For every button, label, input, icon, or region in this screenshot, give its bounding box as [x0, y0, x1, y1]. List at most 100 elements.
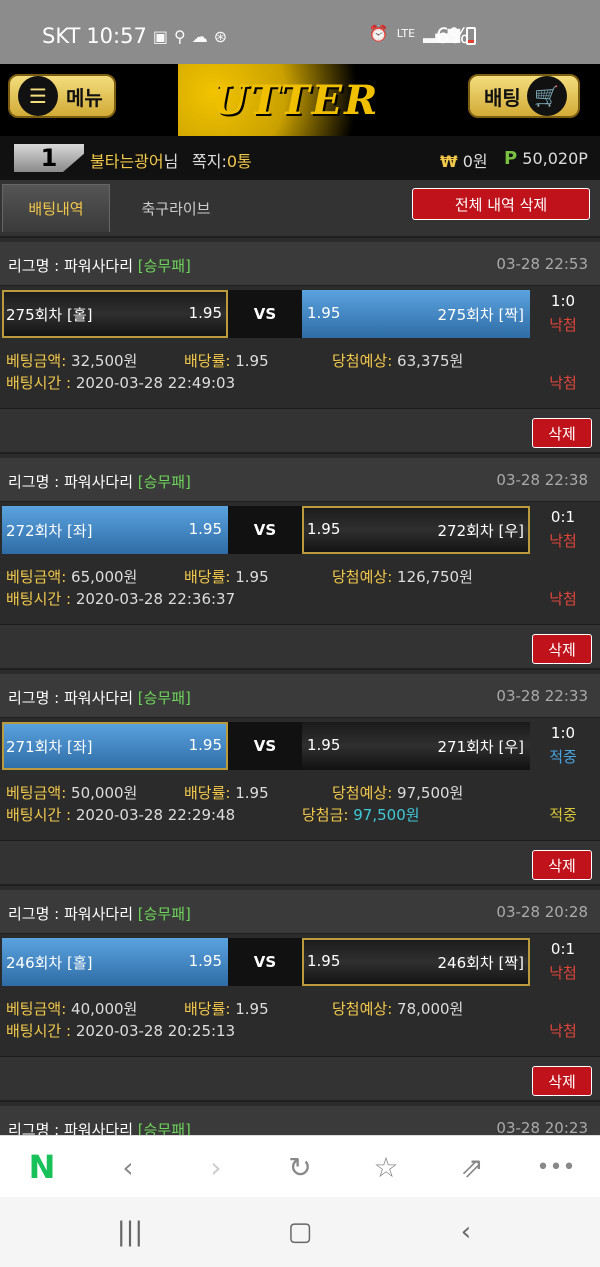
tab-soccer-live[interactable]: 축구라이브 — [122, 184, 230, 232]
league-bar: 리그명 : 파워사다리 [승무패] 03-28 22:53 — [0, 242, 600, 286]
expected-win: 당첨예상: 97,500원 — [332, 782, 463, 803]
bet-amount: 베팅금액: 65,000원 — [6, 566, 137, 587]
bet-time: 배팅시간 : 2020-03-28 22:29:48 — [6, 804, 235, 825]
bet-list: 리그명 : 파워사다리 [승무패] 03-28 22:53 275회차 [홀] … — [0, 236, 600, 1150]
delete-bar: 삭제 — [0, 1056, 600, 1102]
money-balance: ₩ 0원 — [440, 148, 488, 172]
league-name: 리그명 : 파워사다리 [승무패] — [8, 903, 191, 924]
game-time: 03-28 20:28 — [496, 903, 588, 921]
team-right-name: 272회차 [우] — [437, 522, 524, 540]
bet-type: [승무패] — [137, 473, 191, 491]
delete-button[interactable]: 삭제 — [532, 418, 592, 448]
nav-back-icon[interactable]: ‹ — [446, 1215, 486, 1249]
score: 0:1 — [550, 940, 576, 958]
home-icon[interactable]: ▢ — [280, 1215, 320, 1249]
username-text: 불타는광어 — [90, 152, 164, 171]
share-icon[interactable]: ⇗ — [452, 1150, 492, 1184]
bet-status: 적중 — [549, 806, 577, 824]
bookmark-star-icon[interactable]: ☆ — [366, 1150, 406, 1184]
bet-time: 배팅시간 : 2020-03-28 22:36:37 — [6, 588, 235, 609]
bet-item: 리그명 : 파워사다리 [승무패] 03-28 20:28 246회차 [홀] … — [0, 884, 600, 1102]
odds-rate-value: 1.95 — [235, 1000, 269, 1018]
team-left[interactable]: 275회차 [홀] 1.95 — [2, 290, 228, 338]
delete-button[interactable]: 삭제 — [532, 850, 592, 880]
team-left[interactable]: 272회차 [좌] 1.95 — [2, 506, 228, 554]
carrier: SKT — [42, 24, 81, 48]
expected-win: 당첨예상: 78,000원 — [332, 998, 463, 1019]
site-logo[interactable]: UTTER — [178, 64, 414, 136]
username[interactable]: 불타는광어님 — [90, 148, 178, 172]
bet-time-label: 배팅시간 : — [6, 1022, 72, 1040]
expected-win: 당첨예상: 63,375원 — [332, 350, 463, 371]
team-left[interactable]: 271회차 [좌] 1.95 — [2, 722, 228, 770]
expected-win-label: 당첨예상: — [332, 784, 393, 802]
bet-amount-label: 베팅금액: — [6, 352, 67, 370]
tab-betting-history[interactable]: 배팅내역 — [2, 184, 110, 232]
naver-home-icon[interactable]: N — [22, 1148, 62, 1186]
bet-amount-label: 베팅금액: — [6, 784, 67, 802]
alarm-icon: ⏰ — [368, 24, 389, 43]
browser-toolbar: N ‹ › ↻ ☆ ⇗ ••• — [0, 1135, 600, 1197]
delete-button[interactable]: 삭제 — [532, 634, 592, 664]
odds-rate-value: 1.95 — [235, 568, 269, 586]
odds-rate-value: 1.95 — [235, 784, 269, 802]
menu-button[interactable]: ☰ 메뉴 — [8, 74, 116, 118]
back-icon[interactable]: ‹ — [108, 1150, 148, 1184]
team-right[interactable]: 1.95 271회차 [우] — [302, 722, 530, 770]
menu-label: 메뉴 — [66, 85, 103, 110]
cloud-icon: ☁ — [191, 26, 208, 46]
team-left-odds: 1.95 — [188, 736, 222, 754]
team-left-name: 246회차 [홀] — [6, 954, 93, 972]
league-name: 리그명 : 파워사다리 [승무패] — [8, 255, 191, 276]
vs-label: VS — [228, 506, 302, 554]
delete-all-button[interactable]: 전체 내역 삭제 — [412, 188, 590, 220]
game-time: 03-28 22:38 — [496, 471, 588, 489]
bet-amount: 베팅금액: 32,500원 — [6, 350, 137, 371]
clock: 10:57 — [86, 24, 147, 48]
refresh-icon[interactable]: ↻ — [280, 1150, 320, 1184]
result-badge: 적중 — [549, 748, 577, 766]
recent-apps-icon[interactable]: ||| — [110, 1215, 150, 1249]
site-header: ☰ 메뉴 UTTER 배팅 🛒 — [0, 64, 600, 136]
betting-button[interactable]: 배팅 🛒 — [468, 74, 580, 118]
bet-item: 리그명 : 파워사다리 [승무패] 03-28 22:33 271회차 [좌] … — [0, 668, 600, 886]
expected-win: 당첨예상: 126,750원 — [332, 566, 473, 587]
odds-rate-label: 배당률: — [184, 784, 231, 802]
team-left-odds: 1.95 — [188, 520, 222, 538]
menu-list-icon: ☰ — [18, 76, 58, 116]
bet-amount: 베팅금액: 50,000원 — [6, 782, 137, 803]
team-left-name: 272회차 [좌] — [6, 522, 93, 540]
bet-item: 리그명 : 파워사다리 [승무패] 03-28 20:23 — [0, 1100, 600, 1150]
odds-rate-label: 배당률: — [184, 568, 231, 586]
team-left-odds: 1.95 — [188, 304, 222, 322]
delete-button[interactable]: 삭제 — [532, 1066, 592, 1096]
odds-rate: 배당률: 1.95 — [184, 350, 269, 371]
notification-icon: ▣ — [152, 26, 168, 46]
more-icon[interactable]: ••• — [536, 1150, 576, 1184]
bet-time-label: 배팅시간 : — [6, 374, 72, 392]
messages-label: 쪽지: — [192, 152, 227, 171]
team-right[interactable]: 1.95 246회차 [짝] — [302, 938, 530, 986]
odds-rate: 배당률: 1.95 — [184, 998, 269, 1019]
battery-percent: 6% — [436, 24, 470, 48]
team-right[interactable]: 1.95 275회차 [짝] — [302, 290, 530, 338]
status-bar: SKT 10:57 ▣ ⚲ ☁ ⊛ ⏰ LTE ▂▄▆ 6% — [0, 0, 600, 64]
league-name: 리그명 : 파워사다리 [승무패] — [8, 687, 191, 708]
team-right[interactable]: 1.95 272회차 [우] — [302, 506, 530, 554]
vs-label: VS — [228, 722, 302, 770]
team-left[interactable]: 246회차 [홀] 1.95 — [2, 938, 228, 986]
bet-amount-value: 40,000원 — [71, 1000, 138, 1018]
odds-rate-label: 배당률: — [184, 1000, 231, 1018]
messages-link[interactable]: 쪽지:0통 — [192, 148, 252, 172]
expected-win-label: 당첨예상: — [332, 568, 393, 586]
bet-amount-label: 베팅금액: — [6, 1000, 67, 1018]
forward-icon[interactable]: › — [196, 1150, 236, 1184]
bet-time-value: 2020-03-28 22:29:48 — [75, 806, 236, 824]
odds-rate-label: 배당률: — [184, 352, 231, 370]
bet-amount: 베팅금액: 40,000원 — [6, 998, 137, 1019]
league-text: 리그명 : 파워사다리 — [8, 689, 133, 707]
point-balance: P 50,020P — [504, 148, 588, 169]
betting-label: 배팅 — [484, 85, 521, 110]
team-left-name: 271회차 [좌] — [6, 738, 93, 756]
expected-win-value: 126,750원 — [397, 568, 473, 586]
